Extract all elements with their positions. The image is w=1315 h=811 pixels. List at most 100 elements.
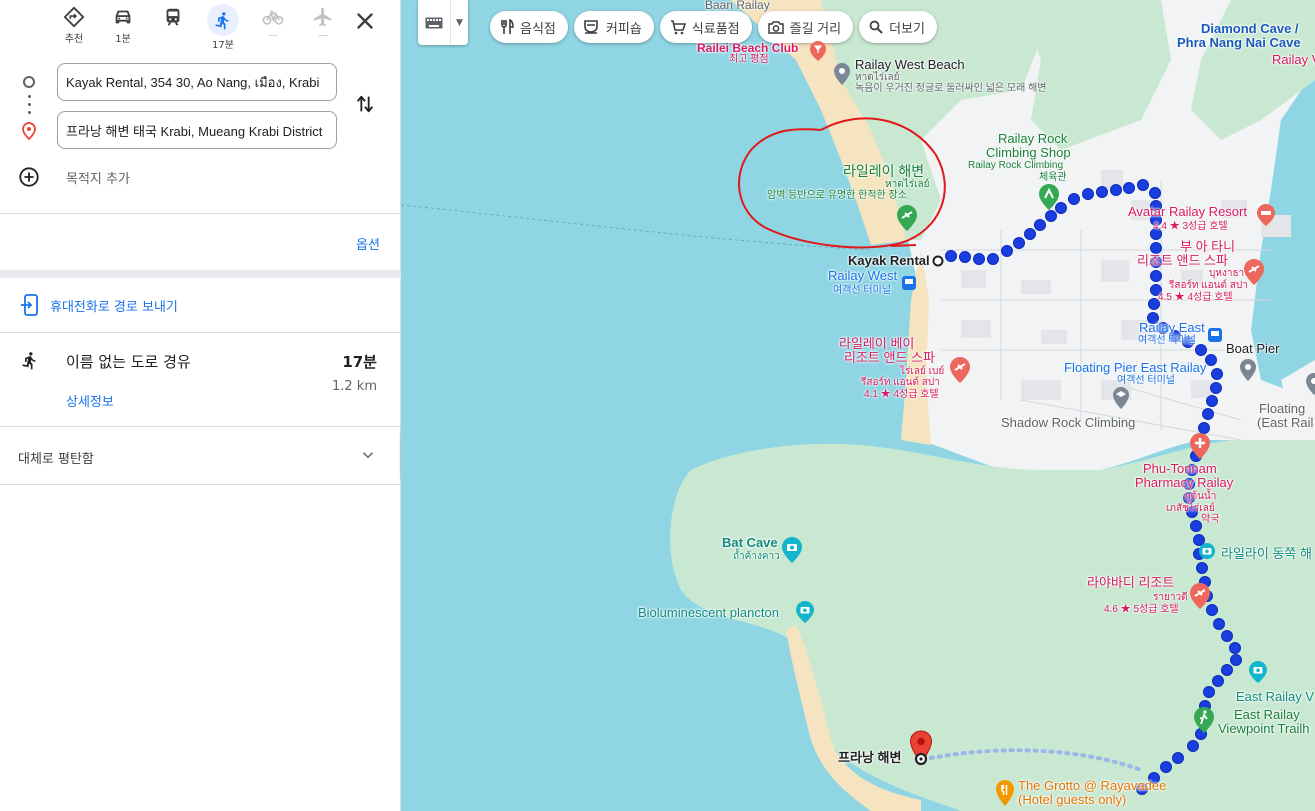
add-circle-icon <box>19 167 39 187</box>
pharmacy-marker-icon[interactable] <box>1189 432 1211 460</box>
label-rayavadee: 라야바디 리조트 <box>1087 575 1175 590</box>
hiking-marker-icon[interactable] <box>1193 706 1215 734</box>
add-destination-button[interactable]: 목적지 추가 <box>18 166 130 188</box>
walk-icon <box>215 12 229 30</box>
label-best-rated: 최고 평점 <box>729 54 769 65</box>
annotation-tail <box>890 244 917 247</box>
label-east-railay-v: East Railay V <box>1236 689 1315 704</box>
chip-cafes[interactable]: 커피숍 <box>573 11 654 43</box>
spa-marker-icon[interactable] <box>1243 258 1265 286</box>
label-railay-bay-2: 리조트 앤드 스파 <box>844 350 935 365</box>
route-name: 이름 없는 도로 경유 <box>66 353 191 371</box>
airplane-icon <box>313 7 332 27</box>
keyboard-shortcuts-button[interactable]: ▼ <box>418 0 468 45</box>
chip-things-to-do[interactable]: 즐길 거리 <box>757 11 854 43</box>
mode-recommended[interactable]: 추천 <box>52 4 96 50</box>
chip-things-to-do-label: 즐길 거리 <box>789 20 842 36</box>
label-railay-east-cave: 라일라이 동쪽 해 <box>1221 546 1312 561</box>
chevron-down-icon <box>362 452 374 459</box>
label-grotto-2: (Hotel guests only) <box>1018 792 1127 807</box>
origin-input[interactable] <box>57 63 337 101</box>
chip-restaurants[interactable]: 음식점 <box>490 11 568 43</box>
swap-button[interactable] <box>354 93 376 119</box>
grotto-marker-icon[interactable] <box>995 779 1015 807</box>
label-rayavadee-th: รายาวดี <box>1153 592 1188 603</box>
label-east-railay-viewpoint-1: East Railay <box>1234 707 1300 722</box>
chip-groceries-label: 식료품점 <box>691 20 740 36</box>
label-east-railay-viewpoint-2: Viewpoint Trailh <box>1218 721 1310 736</box>
label-bua-tani-1: 부 아 타니 <box>1180 239 1236 254</box>
mode-walk[interactable]: 17분 <box>201 4 245 51</box>
label-phra-nang-beach: 프라낭 해변 <box>838 750 902 765</box>
climbing-marker-icon[interactable] <box>1038 183 1060 211</box>
chip-more[interactable]: 더보기 <box>859 11 937 43</box>
pier-marker-icon[interactable] <box>1239 358 1257 382</box>
mode-drive[interactable]: 1분 <box>101 4 145 50</box>
category-chips: 음식점 커피숍 식료품점 즐길 거리 더보기 <box>490 11 937 43</box>
mode-bike[interactable]: — <box>251 4 295 50</box>
bat-cave-marker-icon[interactable] <box>781 536 803 564</box>
label-bat-cave: Bat Cave <box>722 535 778 550</box>
route-details-link[interactable]: 상세정보 <box>66 391 114 410</box>
label-diamond-cave: Diamond Cave / <box>1201 21 1299 36</box>
label-railay-beach-desc: 암벽 등반으로 유명한 한적한 장소 <box>767 190 907 201</box>
walk-icon <box>22 352 36 370</box>
label-bua-tani-rating: 4.5 ★ 4성급 호텔 <box>1158 292 1233 303</box>
label-phu-tonnam-ko: 약국 <box>1201 514 1220 525</box>
label-railay-east-pier-ko: 여객선 터미널 <box>1138 335 1196 346</box>
hotel-marker-icon[interactable] <box>1256 203 1276 227</box>
beach-marker-icon[interactable] <box>833 62 851 86</box>
origin-marker-icon[interactable] <box>932 255 944 267</box>
restaurant-icon <box>501 19 514 34</box>
options-link[interactable]: 옵션 <box>356 234 380 253</box>
mode-drive-label: 1분 <box>115 34 131 45</box>
beach-park-marker-icon[interactable] <box>896 204 918 232</box>
spa-marker-icon-2[interactable] <box>949 356 971 384</box>
route-duration: 17분 <box>342 353 377 371</box>
label-railay-bay-1: 라일레이 베이 <box>839 336 915 351</box>
viewpoint-camera-icon[interactable] <box>1248 660 1268 684</box>
label-bua-tani-th-2: รีสอร์ท แอนด์ สปา <box>1169 280 1248 291</box>
chip-restaurants-label: 음식점 <box>520 20 556 36</box>
ferry-marker-icon[interactable] <box>901 275 917 291</box>
label-kayak-rental: Kayak Rental <box>848 253 930 268</box>
section-divider <box>0 270 401 278</box>
label-avatar-resort: Avatar Railay Resort <box>1128 204 1247 219</box>
terrain-expander[interactable]: 대체로 평탄함 <box>0 427 401 485</box>
label-railay-west-pier-ko: 여객선 터미널 <box>833 285 891 296</box>
chip-more-label: 더보기 <box>889 20 925 36</box>
school-marker-icon[interactable] <box>1112 386 1130 410</box>
mode-flight[interactable]: — <box>301 4 345 50</box>
mode-transit[interactable] <box>151 4 195 50</box>
label-floating-2: Floating <box>1259 401 1306 416</box>
close-directions-button[interactable] <box>352 8 378 34</box>
bar-marker-icon <box>810 41 826 61</box>
send-to-phone-label: 휴대전화로 경로 보내기 <box>50 299 178 315</box>
resort-marker-icon[interactable] <box>1189 582 1211 610</box>
mode-walk-highlight <box>207 4 239 36</box>
ferry-marker-icon-2[interactable] <box>1207 327 1223 343</box>
terrain-label: 대체로 평탄함 <box>18 452 94 467</box>
route-dots-icon <box>28 95 31 119</box>
car-icon <box>115 10 131 24</box>
map-canvas[interactable]: ▼ 음식점 커피숍 식료품점 즐길 거리 더보기 Baan Railay Rai… <box>401 0 1315 811</box>
label-railay-rock-climbing: Railay Rock Climbing <box>968 160 1064 171</box>
cave-camera-icon[interactable] <box>1198 542 1216 560</box>
label-railay-bay-rating: 4.1 ★ 4성급 호텔 <box>864 389 939 400</box>
route-option[interactable]: 이름 없는 도로 경유 17분 1.2 km 상세정보 <box>0 333 401 427</box>
label-bat-cave-th: ถ้ำค้างคาว <box>733 551 780 562</box>
label-railay-west-beach-desc: 녹음이 우거진 정글로 둘러싸인 넓은 모래 해변 <box>855 83 1047 94</box>
destination-input[interactable] <box>57 111 337 149</box>
label-railay-beach-ko: 라일레이 해변 <box>843 163 925 179</box>
pier-marker-icon-2[interactable] <box>1305 372 1315 396</box>
directions-diamond-icon <box>63 6 85 28</box>
label-phu-tonnam-th-1: ภูต้นน้ำ <box>1184 491 1217 502</box>
mode-bike-label: — <box>268 30 278 41</box>
label-rayavadee-rating: 4.6 ★ 5성급 호텔 <box>1104 604 1179 615</box>
divider <box>0 213 401 214</box>
send-to-phone-button[interactable]: 휴대전화로 경로 보내기 <box>0 278 401 333</box>
chip-groceries[interactable]: 식료품점 <box>659 11 752 43</box>
swap-vertical-icon <box>356 95 374 113</box>
label-railay-bay-th-2: รีสอร์ท แอนด์ สปา <box>861 377 940 388</box>
plancton-marker-icon[interactable] <box>795 600 815 624</box>
